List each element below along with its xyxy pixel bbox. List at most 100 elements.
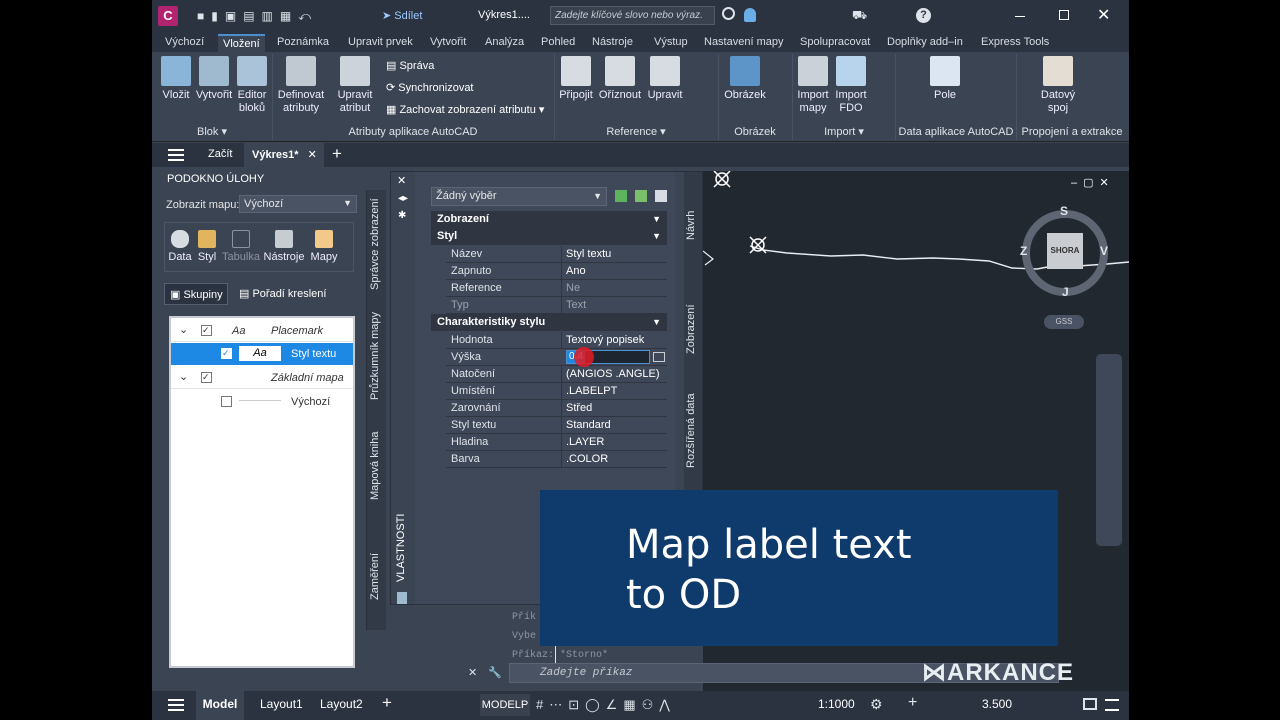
tab-pruzkumnik-mapy[interactable]: Průzkumník mapy (369, 312, 381, 400)
viewport-controls[interactable]: –▢✕ (1071, 176, 1115, 189)
viewcube-top[interactable]: SHORA (1047, 233, 1083, 269)
settings-icon[interactable]: ✱ (398, 210, 406, 221)
property-row[interactable]: Styl textu Standard (446, 417, 667, 434)
reference-panel-label[interactable]: Reference ▾ (556, 123, 716, 141)
section-charakteristiky[interactable]: Charakteristiky stylu ▼ (431, 314, 667, 331)
status-value[interactable]: 3.500 (982, 697, 1012, 711)
tab-vytvorit[interactable]: Vytvořit (425, 34, 471, 52)
property-row[interactable]: Výška 0.4 (446, 347, 667, 367)
tab-nastroje[interactable]: Nástroje (587, 34, 638, 52)
quick-select-icon[interactable] (635, 190, 647, 202)
vytvorit-button[interactable]: Vytvořit (194, 56, 234, 102)
tab-mapova-kniha[interactable]: Mapová kniha (369, 432, 381, 501)
calculator-icon[interactable] (653, 352, 665, 362)
datovy-spoj-button[interactable]: Datový spoj (1038, 56, 1078, 115)
tab-upravit-prvek[interactable]: Upravit prvek (343, 34, 418, 52)
property-row[interactable]: Hladina .LAYER (446, 434, 667, 451)
sprava-button[interactable]: ▤ Správa (386, 59, 434, 72)
tab-poznamka[interactable]: Poznámka (272, 34, 334, 52)
tree-row[interactable]: Výchozí (171, 391, 353, 413)
tree-row[interactable]: ⌄ ✓ Aa Placemark (171, 320, 353, 342)
import-fdo-button[interactable]: Import FDO (832, 56, 870, 115)
pickadd-icon[interactable] (655, 190, 667, 202)
checkbox[interactable]: ✓ (201, 325, 212, 336)
property-row[interactable]: Barva .COLOR (446, 451, 667, 468)
tab-vykres1[interactable]: Výkres1* ✕ (244, 143, 324, 167)
mapy-tool-button[interactable]: Mapy (309, 230, 339, 264)
add-layout-button[interactable]: + (382, 693, 392, 713)
command-close-icon[interactable]: ✕ (468, 666, 477, 679)
data-tool-button[interactable]: Data (167, 230, 193, 264)
user-icon[interactable] (744, 8, 756, 22)
tree-row-selected[interactable]: ✓ Aa Styl textu (171, 343, 353, 365)
app-logo[interactable]: C (158, 6, 178, 26)
navigation-bar[interactable] (1096, 354, 1122, 546)
tab-layout1[interactable]: Layout1 (260, 697, 303, 711)
maximize-button[interactable] (1059, 10, 1069, 20)
pole-button[interactable]: Pole (926, 56, 964, 102)
property-row[interactable]: Název Styl textu (446, 246, 667, 263)
properties-bottom-icon[interactable] (397, 592, 407, 604)
oriznout-button[interactable]: Oříznout (598, 56, 642, 102)
blok-panel-label[interactable]: Blok ▾ (152, 123, 272, 141)
status-toggle-icons[interactable]: #⋯⊡◯∠▦⚇⋀ (536, 697, 806, 713)
pin-icon[interactable]: ◂▸ (398, 193, 408, 204)
fullscreen-icon[interactable] (1083, 698, 1097, 710)
selection-dropdown[interactable]: Žádný výběr ▼ (431, 187, 607, 206)
coordinate-system-button[interactable]: GSS (1044, 315, 1084, 329)
plus-icon[interactable]: + (908, 694, 917, 712)
tab-spolupracovat[interactable]: Spolupracovat (795, 34, 875, 52)
tab-zamereni[interactable]: Zaměření (369, 553, 381, 600)
import-panel-label[interactable]: Import ▾ (794, 123, 894, 141)
tabulka-tool-button[interactable]: Tabulka (222, 230, 260, 264)
tab-pohled[interactable]: Pohled (536, 34, 580, 52)
tab-doplnky[interactable]: Doplňky add–in (882, 34, 968, 52)
property-row[interactable]: Natočení (ANGIOS .ANGLE) (446, 366, 667, 383)
nastroje-tool-button[interactable]: Nástroje (263, 230, 305, 264)
close-button[interactable]: ✕ (1097, 5, 1110, 25)
search-input[interactable]: Zadejte klíčové slovo nebo výraz. (550, 6, 715, 25)
tab-navrh[interactable]: Návrh (685, 211, 697, 240)
add-selection-icon[interactable] (615, 190, 627, 202)
tab-rozsirena-data[interactable]: Rozšířená data (685, 393, 697, 468)
chevron-down-icon[interactable]: ⌄ (179, 370, 188, 383)
property-row[interactable]: Hodnota Textový popisek (446, 332, 667, 349)
close-icon[interactable]: ✕ (308, 149, 317, 161)
modelp-toggle[interactable]: MODELP (480, 694, 530, 716)
property-row[interactable]: Umístění .LABELPT (446, 383, 667, 400)
import-mapy-button[interactable]: Import mapy (794, 56, 832, 115)
quick-access-icons[interactable]: ■▮▣▤▥▦⤺ (197, 9, 367, 23)
tab-zacit[interactable]: Začít (208, 148, 232, 160)
poradi-button[interactable]: ▤ Pořadí kreslení (239, 287, 326, 300)
tree-row[interactable]: ⌄ ✓ Základní mapa (171, 367, 353, 389)
tab-analyza[interactable]: Analýza (480, 34, 529, 52)
tab-express-tools[interactable]: Express Tools (976, 34, 1054, 52)
property-row[interactable]: Typ Text (446, 297, 667, 314)
checkbox[interactable]: ✓ (201, 372, 212, 383)
tab-model[interactable]: Model (196, 691, 244, 720)
pripojit-button[interactable]: Připojit (556, 56, 596, 102)
gear-icon[interactable]: ⚙ (870, 696, 883, 713)
help-icon[interactable]: ? (916, 8, 931, 23)
map-select[interactable]: Výchozí ▼ (239, 195, 357, 213)
section-zobrazeni[interactable]: Zobrazení ▼ (431, 211, 667, 228)
tab-spravce-zobrazeni[interactable]: Správce zobrazení (369, 198, 381, 290)
property-row[interactable]: Reference Ne (446, 280, 667, 297)
zachovat-button[interactable]: ▦ Zachovat zobrazení atributu ▾ (386, 103, 544, 116)
skupiny-button[interactable]: ▣ Skupiny (164, 283, 228, 305)
synchronizovat-button[interactable]: ⟳ Synchronizovat (386, 81, 474, 94)
tab-vystup[interactable]: Výstup (649, 34, 693, 52)
property-row[interactable]: Zarovnání Střed (446, 400, 667, 417)
edit-attribute-button[interactable]: Upravit atribut (330, 56, 380, 115)
chevron-down-icon[interactable]: ⌄ (179, 323, 188, 336)
property-row[interactable]: Zapnuto Ano (446, 263, 667, 280)
checkbox[interactable]: ✓ (221, 348, 232, 359)
block-editor-button[interactable]: Editor bloků (234, 56, 270, 115)
tab-nastaveni-mapy[interactable]: Nastavení mapy (699, 34, 788, 52)
upravit-reference-button[interactable]: Upravit (644, 56, 686, 102)
obrazek-button[interactable]: Obrázek (722, 56, 768, 102)
customize-icon[interactable] (1105, 699, 1119, 711)
close-icon[interactable]: ✕ (397, 174, 406, 187)
section-styl[interactable]: Styl ▼ (431, 228, 667, 245)
styl-tool-button[interactable]: Styl (195, 230, 219, 264)
